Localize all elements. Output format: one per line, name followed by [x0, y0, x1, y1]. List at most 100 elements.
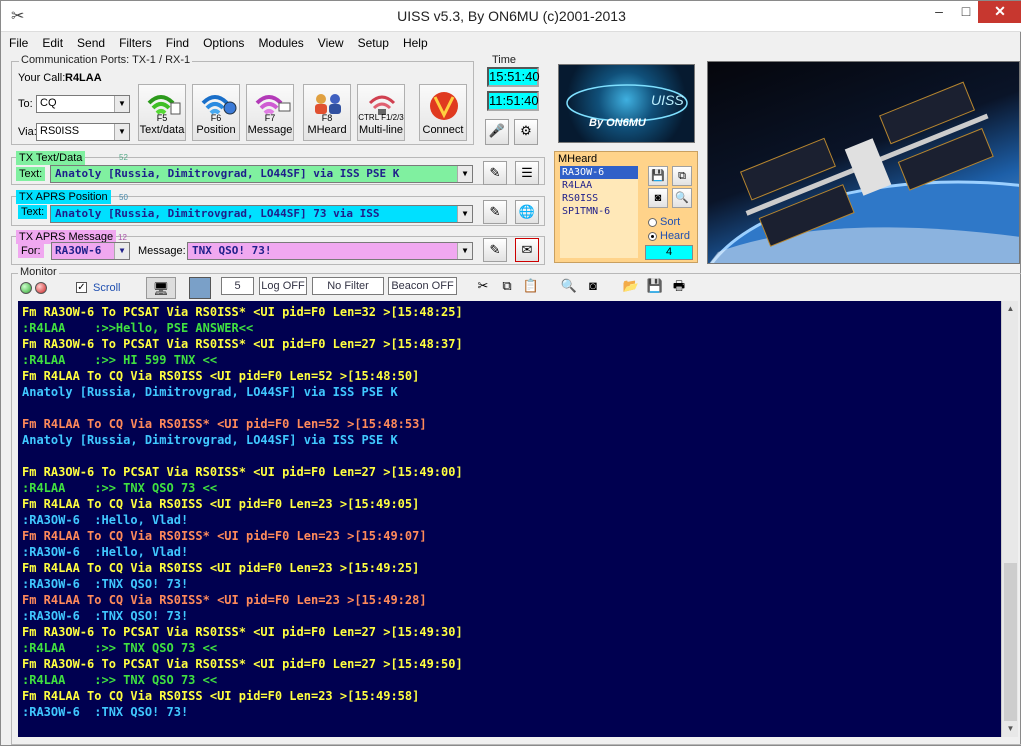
menu-view[interactable]: View: [310, 33, 350, 50]
sort-radio[interactable]: Sort: [648, 216, 680, 228]
monitor-line: :R4LAA :>>Hello, PSE ANSWER<<: [22, 321, 254, 335]
mheard-button[interactable]: F8 MHeard: [303, 84, 351, 141]
satellite-button[interactable]: ⚙: [514, 119, 538, 145]
minimize-button[interactable]: –: [926, 1, 952, 23]
menu-modules[interactable]: Modules: [250, 33, 309, 50]
scroll-thumb[interactable]: [1004, 563, 1017, 721]
monitor-line: Anatoly [Russia, Dimitrovgrad, LO44SF] v…: [22, 433, 398, 447]
list-item[interactable]: SP1TMN-6: [560, 205, 638, 218]
chevron-down-icon[interactable]: ▼: [457, 243, 472, 259]
logo-graphic: UISS: [566, 84, 688, 122]
cut-icon[interactable]: ✂: [472, 275, 494, 297]
tx-msg-for-select[interactable]: RA3OW-6 ▼: [51, 242, 130, 260]
paste-icon[interactable]: 📋: [520, 275, 542, 297]
chevron-down-icon[interactable]: ▼: [457, 206, 472, 222]
menu-options[interactable]: Options: [195, 33, 250, 50]
position-key: F6: [210, 113, 222, 123]
list-item[interactable]: RS0ISS: [560, 192, 638, 205]
monitor-line: Fm R4LAA To CQ Via RS0ISS <UI pid=F0 Len…: [22, 369, 420, 383]
heard-radio[interactable]: Heard: [648, 230, 690, 242]
computer-icon[interactable]: 🖥: [146, 277, 176, 299]
edit-position-button[interactable]: ✎: [483, 200, 507, 224]
list-item[interactable]: R4LAA: [560, 179, 638, 192]
find-icon[interactable]: 🔍: [558, 275, 580, 297]
close-button[interactable]: ✕: [978, 1, 1021, 23]
menu-filters[interactable]: Filters: [111, 33, 158, 50]
text-data-button[interactable]: F5 Text/data: [138, 84, 186, 141]
menu-send[interactable]: Send: [69, 33, 111, 50]
tx-aprs-input[interactable]: Anatoly [Russia, Dimitrovgrad, LO44SF] 7…: [50, 205, 473, 223]
monitor-line: Fm R4LAA To CQ Via RS0ISS <UI pid=F0 Len…: [22, 497, 420, 511]
message-button[interactable]: F7 Message: [246, 84, 294, 141]
connect-button[interactable]: Connect: [419, 84, 467, 141]
multiline-button[interactable]: CTRL F1/2/3 Multi-line: [357, 84, 405, 141]
mheard-view-button[interactable]: 🔍: [672, 188, 692, 208]
mheard-copy-button[interactable]: ⧉: [672, 166, 692, 186]
your-call-value: R4LAA: [65, 72, 102, 84]
tx-msg-input[interactable]: TNX QSO! 73! ▼: [187, 242, 473, 260]
save-icon[interactable]: 💾: [644, 275, 666, 297]
mheard-label: MHeard: [307, 124, 347, 136]
print-icon[interactable]: 🖶: [668, 275, 690, 297]
tx-aprs-value: Anatoly [Russia, Dimitrovgrad, LO44SF] 7…: [55, 207, 380, 220]
edit-message-button[interactable]: ✎: [483, 238, 507, 262]
monitor-line: Anatoly [Russia, Dimitrovgrad, LO44SF] v…: [22, 385, 398, 399]
window-title: UISS v5.3, By ON6MU (c)2001-2013: [397, 8, 626, 24]
scroll-down-icon[interactable]: ▼: [1002, 721, 1019, 737]
chevron-down-icon[interactable]: ▼: [114, 124, 129, 140]
title-bar: ✂ UISS v5.3, By ON6MU (c)2001-2013 – □ ✕: [1, 1, 1021, 32]
monitor-line: :RA3OW-6 :TNX QSO! 73!: [22, 577, 189, 591]
mheard-save-button[interactable]: 💾: [648, 166, 668, 186]
message-label: Message: [247, 124, 293, 136]
mail-button[interactable]: ✉: [515, 238, 539, 262]
position-button[interactable]: F6 Position: [192, 84, 240, 141]
copy-icon[interactable]: ⧉: [496, 275, 518, 297]
maximize-button[interactable]: □: [953, 1, 979, 23]
mheard-key: F8: [321, 113, 333, 123]
microphone-button[interactable]: 🎤: [485, 119, 509, 145]
monitor-output[interactable]: Fm RA3OW-6 To PCSAT Via RS0ISS* <UI pid=…: [18, 301, 1001, 737]
via-select[interactable]: RS0ISS ▼: [36, 123, 130, 141]
beacon-off-button[interactable]: Beacon OFF: [388, 277, 457, 295]
monitor-line: Fm R4LAA To CQ Via RS0ISS* <UI pid=F0 Le…: [22, 593, 427, 607]
globe-button[interactable]: 🌐: [515, 200, 539, 224]
database-icon[interactable]: ◙: [582, 275, 604, 297]
tx-text-value: Anatoly [Russia, Dimitrovgrad, LO44SF] v…: [55, 167, 400, 180]
chevron-down-icon[interactable]: ▼: [114, 243, 129, 259]
to-value: CQ: [40, 97, 57, 109]
menu-help[interactable]: Help: [395, 33, 434, 50]
list-item[interactable]: RA3OW-6: [560, 166, 638, 179]
log-off-button[interactable]: Log OFF: [259, 277, 307, 295]
monitor-scrollbar[interactable]: ▲ ▼: [1001, 301, 1018, 737]
scroll-checkbox[interactable]: ✓: [76, 282, 87, 293]
to-select[interactable]: CQ ▼: [36, 95, 130, 113]
time-utc: 11:51:40: [487, 91, 539, 111]
heard-radio-circle[interactable]: [648, 231, 657, 241]
monitor-line: Fm RA3OW-6 To PCSAT Via RS0ISS* <UI pid=…: [22, 625, 463, 639]
sort-radio-circle[interactable]: [648, 217, 657, 227]
menu-find[interactable]: Find: [158, 33, 195, 50]
uiss-logo: UISS By ON6MU: [558, 64, 695, 143]
menu-edit[interactable]: Edit: [34, 33, 69, 50]
menu-file[interactable]: File: [1, 33, 34, 50]
monitor-line: Fm RA3OW-6 To PCSAT Via RS0ISS* <UI pid=…: [22, 465, 463, 479]
tx-text-input[interactable]: Anatoly [Russia, Dimitrovgrad, LO44SF] v…: [50, 165, 473, 183]
mheard-db-button[interactable]: ◙: [648, 188, 668, 208]
edit-text-button[interactable]: ✎: [483, 161, 507, 185]
monitor-line: Fm R4LAA To CQ Via RS0ISS* <UI pid=F0 Le…: [22, 417, 427, 431]
chevron-down-icon[interactable]: ▼: [457, 166, 472, 182]
screen-icon[interactable]: [189, 277, 211, 299]
mheard-list[interactable]: RA3OW-6 R4LAA RS0ISS SP1TMN-6: [560, 166, 638, 258]
message-key: F7: [264, 113, 276, 123]
monitor-line: Fm RA3OW-6 To PCSAT Via RS0ISS* <UI pid=…: [22, 305, 463, 319]
multi-text-button[interactable]: ☰: [515, 161, 539, 185]
scroll-up-icon[interactable]: ▲: [1002, 301, 1019, 317]
iss-graphic: [709, 81, 1019, 263]
scroll-label: Scroll: [93, 282, 121, 294]
chevron-down-icon[interactable]: ▼: [114, 96, 129, 112]
no-filter-button[interactable]: No Filter: [312, 277, 384, 295]
open-icon[interactable]: 📂: [620, 275, 642, 297]
menu-setup[interactable]: Setup: [350, 33, 395, 50]
tx-aprs-num: 50: [119, 193, 128, 202]
monitor-count[interactable]: 5: [221, 277, 254, 295]
